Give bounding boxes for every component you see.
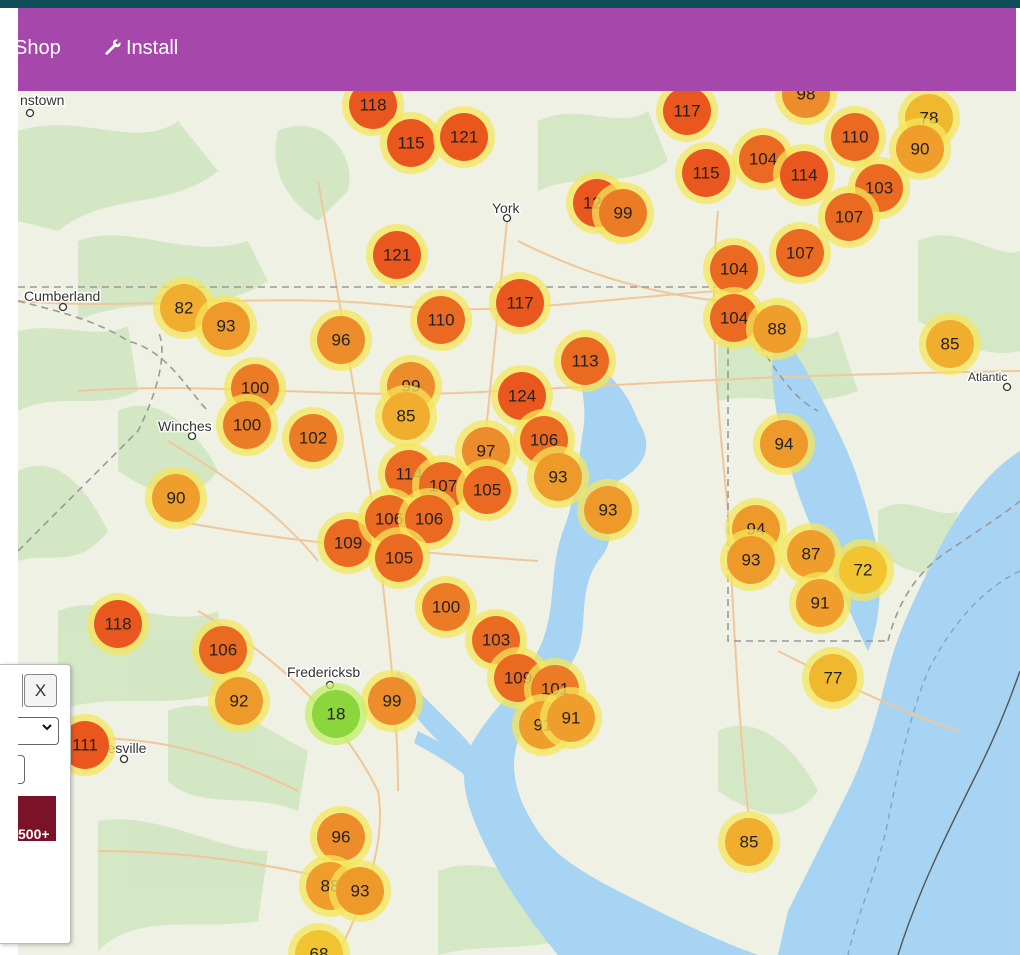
sensor-cluster-marker[interactable] xyxy=(387,119,435,167)
place-fredericksburg: Fredericksb xyxy=(287,664,360,680)
place-johnstown: nstown xyxy=(20,92,64,108)
panel-button-fragment[interactable] xyxy=(18,674,23,707)
sensor-cluster-marker[interactable] xyxy=(199,626,247,674)
sensor-cluster-marker[interactable] xyxy=(373,231,421,279)
sensor-cluster-marker[interactable] xyxy=(776,229,824,277)
sensor-cluster-marker[interactable] xyxy=(753,305,801,353)
air-quality-map[interactable]: nstown York Cumberland Winches Frederick… xyxy=(18,91,1020,955)
chevron-down-icon xyxy=(42,724,52,731)
sensor-cluster-marker[interactable] xyxy=(94,600,142,648)
sensor-cluster-marker[interactable] xyxy=(725,818,773,866)
sensor-cluster-marker[interactable] xyxy=(561,337,609,385)
sensor-cluster-marker[interactable] xyxy=(289,414,337,462)
wrench-icon xyxy=(105,39,121,55)
sensor-cluster-marker[interactable] xyxy=(368,677,416,725)
sensor-cluster-marker[interactable] xyxy=(825,193,873,241)
nav-install-label: Install xyxy=(126,37,179,59)
nav-shop-link[interactable]: Shop xyxy=(14,36,61,60)
sensor-cluster-marker[interactable] xyxy=(682,149,730,197)
place-dot-johnstown xyxy=(25,108,35,118)
sensor-cluster-marker[interactable] xyxy=(152,474,200,522)
sensor-cluster-marker[interactable] xyxy=(896,125,944,173)
sensor-cluster-marker[interactable] xyxy=(202,302,250,350)
sensor-cluster-marker[interactable] xyxy=(547,694,595,742)
sensor-cluster-marker[interactable] xyxy=(317,813,365,861)
place-york: York xyxy=(492,200,521,216)
panel-input[interactable] xyxy=(18,755,25,784)
sensor-cluster-marker[interactable] xyxy=(831,113,879,161)
sensor-cluster-marker[interactable] xyxy=(312,690,360,738)
sensor-cluster-marker[interactable] xyxy=(796,579,844,627)
sensor-cluster-marker[interactable] xyxy=(599,189,647,237)
place-dot-cumberland xyxy=(58,302,68,312)
place-dot-atlantic xyxy=(1002,382,1012,392)
sensor-cluster-marker[interactable] xyxy=(417,296,465,344)
sensor-cluster-marker[interactable] xyxy=(760,420,808,468)
nav-install-link[interactable]: Install xyxy=(104,36,178,60)
sensor-cluster-marker[interactable] xyxy=(336,867,384,915)
sensor-cluster-marker[interactable] xyxy=(496,279,544,327)
navbar: Shop Install xyxy=(14,8,1016,91)
sensor-cluster-marker[interactable] xyxy=(926,320,974,368)
sensor-cluster-marker[interactable] xyxy=(780,151,828,199)
close-button[interactable]: X xyxy=(24,674,57,707)
place-dot-charlottesville xyxy=(119,754,129,764)
sensor-cluster-marker[interactable] xyxy=(809,654,857,702)
layer-select[interactable] xyxy=(18,717,59,745)
sensor-cluster-marker[interactable] xyxy=(223,401,271,449)
sensor-cluster-marker[interactable] xyxy=(463,466,511,514)
sensor-cluster-marker[interactable] xyxy=(382,392,430,440)
sensor-cluster-marker[interactable] xyxy=(787,530,835,578)
sensor-cluster-marker[interactable] xyxy=(440,113,488,161)
sensor-cluster-marker[interactable] xyxy=(534,453,582,501)
sensor-cluster-marker[interactable] xyxy=(727,536,775,584)
place-atlantic: Atlantic xyxy=(968,370,1007,384)
place-winchester: Winches xyxy=(158,418,212,434)
sensor-cluster-marker[interactable] xyxy=(215,677,263,725)
sensor-cluster-marker[interactable] xyxy=(317,316,365,364)
top-accent-line xyxy=(0,0,1020,8)
sensor-cluster-marker[interactable] xyxy=(375,534,423,582)
sensor-cluster-marker[interactable] xyxy=(584,486,632,534)
sensor-cluster-marker[interactable] xyxy=(422,583,470,631)
sensor-cluster-marker[interactable] xyxy=(710,245,758,293)
place-cumberland: Cumberland xyxy=(24,288,100,304)
legend-label-500plus: 500+ xyxy=(18,826,50,842)
map-canvas: nstown York Cumberland Winches Frederick… xyxy=(18,91,1020,955)
